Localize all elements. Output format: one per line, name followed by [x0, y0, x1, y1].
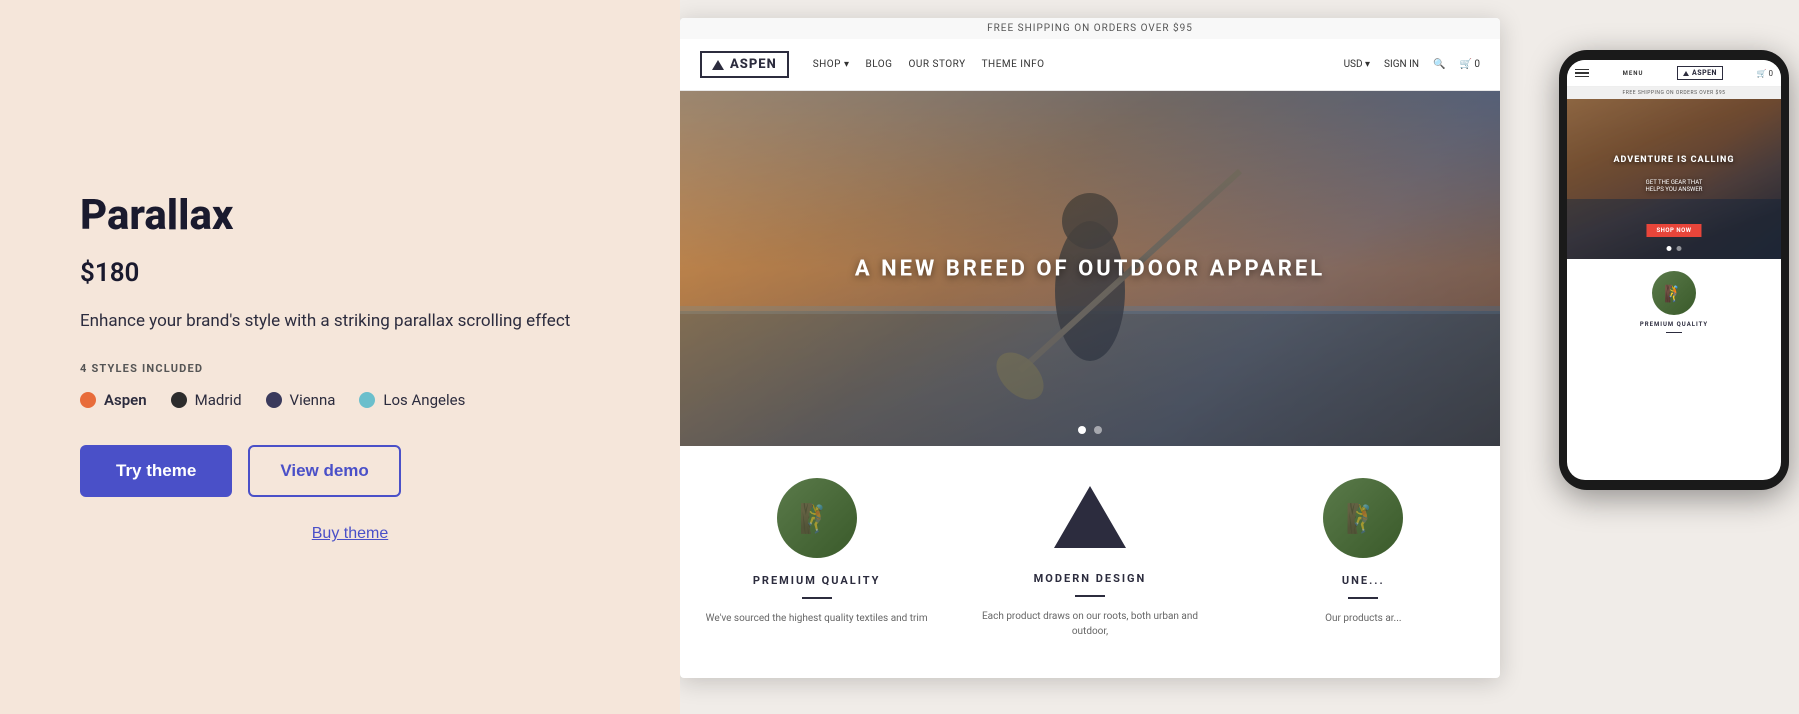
style-dot-vienna: [266, 392, 282, 408]
feature-divider-1: [802, 597, 832, 599]
mobile-feature-1: 🧗 PREMIUM QUALITY: [1629, 271, 1718, 337]
feature-text-3: Our products ar...: [1252, 611, 1474, 626]
mobile-logo-triangle-icon: [1683, 71, 1689, 76]
mobile-shipping-bar: FREE SHIPPING ON ORDERS OVER $95: [1567, 87, 1781, 99]
aspen-features: 🧗 PREMIUM QUALITY We've sourced the high…: [680, 446, 1500, 655]
style-name-los-angeles: Los Angeles: [383, 391, 465, 409]
buy-theme-link[interactable]: Buy theme: [80, 525, 620, 543]
menu-line-3: [1575, 76, 1589, 78]
try-theme-button[interactable]: Try theme: [80, 445, 232, 497]
mobile-features: 🧗 PREMIUM QUALITY: [1567, 259, 1781, 349]
mobile-cart-icon[interactable]: 🛒 0: [1757, 69, 1773, 78]
theme-title: Parallax: [80, 191, 620, 240]
hero-dot-1[interactable]: [1078, 426, 1086, 434]
mobile-feature-divider-1: [1666, 332, 1682, 333]
mobile-hero-text: ADVENTURE IS CALLING: [1613, 155, 1734, 165]
mobile-hero-sub: GET THE GEAR THATHELPS YOU ANSWER: [1646, 179, 1703, 193]
style-option-madrid[interactable]: Madrid: [171, 391, 242, 409]
feature-third: 🧗 UNE... Our products ar...: [1240, 478, 1486, 626]
mobile-dot-1[interactable]: [1667, 246, 1672, 251]
hero-dot-2[interactable]: [1094, 426, 1102, 434]
feature-divider-2: [1075, 595, 1105, 597]
nav-right: USD ▾ SIGN IN 🔍 🛒 0: [1344, 59, 1480, 70]
mobile-menu-button[interactable]: [1575, 69, 1589, 78]
aspen-logo: ASPEN: [700, 51, 789, 78]
style-dot-madrid: [171, 392, 187, 408]
left-panel: Parallax $180 Enhance your brand's style…: [0, 0, 680, 714]
feature-modern-design: MODERN DESIGN Each product draws on our …: [967, 478, 1213, 639]
cart-icon[interactable]: 🛒 0: [1459, 59, 1480, 70]
style-option-aspen[interactable]: Aspen: [80, 391, 147, 409]
nav-usd[interactable]: USD ▾: [1344, 59, 1370, 70]
feature-title-3: UNE...: [1252, 574, 1474, 587]
menu-line-1: [1575, 69, 1589, 71]
theme-price: $180: [80, 258, 620, 288]
right-panel: FREE SHIPPING ON ORDERS OVER $95 ASPEN S…: [680, 0, 1799, 714]
menu-line-2: [1575, 72, 1589, 74]
feature-divider-3: [1348, 597, 1378, 599]
logo-triangle-icon: [712, 60, 724, 70]
styles-label: 4 STYLES INCLUDED: [80, 362, 620, 375]
aspen-nav: ASPEN SHOP ▾ BLOG OUR STORY THEME INFO U…: [680, 39, 1500, 91]
mobile-shop-now-button[interactable]: SHOP NOW: [1646, 224, 1701, 237]
style-dot-aspen: [80, 392, 96, 408]
person-icon: 🧗: [799, 502, 834, 535]
feature-title-2: MODERN DESIGN: [979, 572, 1201, 585]
style-option-vienna[interactable]: Vienna: [266, 391, 336, 409]
mobile-preview: MENU ASPEN 🛒 0 FREE SHIPPING ON ORDERS O…: [1559, 50, 1789, 490]
nav-our-story[interactable]: OUR STORY: [909, 59, 966, 70]
search-icon[interactable]: 🔍: [1433, 59, 1445, 70]
nav-shop[interactable]: SHOP ▾: [813, 59, 850, 70]
style-name-madrid: Madrid: [195, 391, 242, 409]
mobile-logo: ASPEN: [1677, 66, 1723, 80]
style-dot-los-angeles: [359, 392, 375, 408]
mobile-hero: ADVENTURE IS CALLING GET THE GEAR THATHE…: [1567, 99, 1781, 259]
mobile-logo-text: ASPEN: [1692, 69, 1717, 77]
feature-title-1: PREMIUM QUALITY: [706, 574, 928, 587]
button-row: Try theme View demo: [80, 445, 620, 497]
theme-description: Enhance your brand's style with a striki…: [80, 308, 600, 334]
nav-theme-info[interactable]: THEME INFO: [982, 59, 1045, 70]
shipping-bar: FREE SHIPPING ON ORDERS OVER $95: [680, 18, 1500, 39]
mobile-feature-title-1: PREMIUM QUALITY: [1629, 321, 1718, 328]
person-icon-3: 🧗: [1346, 502, 1381, 535]
style-option-los-angeles[interactable]: Los Angeles: [359, 391, 465, 409]
nav-blog[interactable]: BLOG: [866, 59, 893, 70]
nav-links: SHOP ▾ BLOG OUR STORY THEME INFO: [813, 59, 1045, 70]
feature-icon-triangle: [1054, 486, 1126, 548]
mobile-hero-dots: [1667, 246, 1682, 251]
logo-text: ASPEN: [730, 57, 777, 72]
feature-icon-circle-1: 🧗: [777, 478, 857, 558]
style-name-aspen: Aspen: [104, 391, 147, 409]
hero-dots: [1078, 426, 1102, 434]
mobile-screen: MENU ASPEN 🛒 0 FREE SHIPPING ON ORDERS O…: [1567, 60, 1781, 480]
feature-premium-quality: 🧗 PREMIUM QUALITY We've sourced the high…: [694, 478, 940, 626]
hero-text: A NEW BREED OF OUTDOOR APPAREL: [855, 256, 1325, 281]
feature-text-1: We've sourced the highest quality textil…: [706, 611, 928, 626]
mobile-feature-circle-1: 🧗: [1652, 271, 1696, 315]
mobile-menu-label: MENU: [1623, 70, 1644, 77]
view-demo-button[interactable]: View demo: [248, 445, 401, 497]
feature-text-2: Each product draws on our roots, both ur…: [979, 609, 1201, 639]
desktop-preview: FREE SHIPPING ON ORDERS OVER $95 ASPEN S…: [680, 18, 1500, 678]
mobile-person-icon: 🧗: [1664, 284, 1684, 303]
aspen-hero: A NEW BREED OF OUTDOOR APPAREL: [680, 91, 1500, 446]
mobile-dot-2[interactable]: [1677, 246, 1682, 251]
style-name-vienna: Vienna: [290, 391, 336, 409]
feature-icon-circle-3: 🧗: [1323, 478, 1403, 558]
style-options: Aspen Madrid Vienna Los Angeles: [80, 391, 620, 409]
nav-sign-in[interactable]: SIGN IN: [1384, 59, 1419, 70]
mobile-nav: MENU ASPEN 🛒 0: [1567, 60, 1781, 87]
